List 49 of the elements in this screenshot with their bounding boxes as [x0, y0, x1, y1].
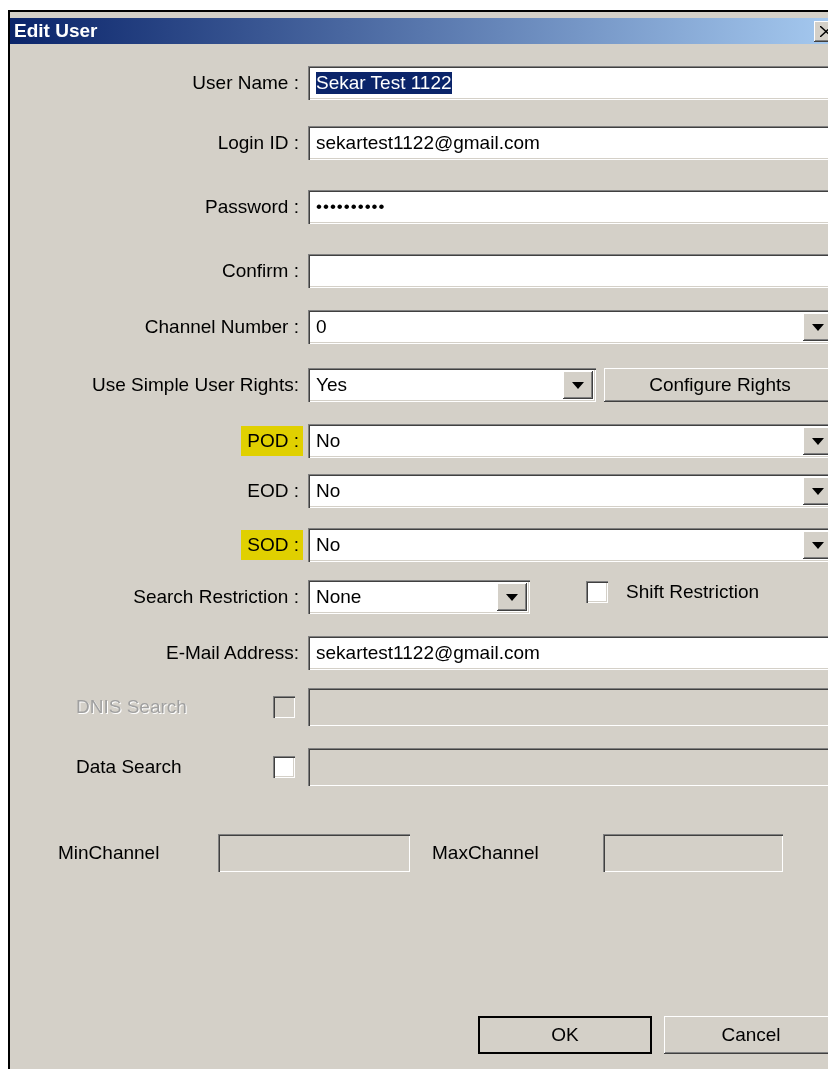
down-arrow-icon [812, 437, 824, 445]
down-arrow-icon [572, 381, 584, 389]
down-arrow-icon [812, 487, 824, 495]
dropdown-arrow-button[interactable] [497, 583, 527, 611]
field-label: Password : [204, 195, 300, 219]
field-label: Search Restriction : [132, 585, 300, 609]
checkbox[interactable] [586, 581, 608, 603]
checkbox-label: Shift Restriction [626, 581, 760, 603]
text-field[interactable] [308, 748, 828, 786]
password-field[interactable]: •••••••••• [308, 190, 828, 224]
field-label: E-Mail Address: [164, 641, 300, 665]
field-label: Data Search [76, 756, 182, 778]
checkbox[interactable] [273, 756, 295, 778]
dropdown-arrow-button[interactable] [803, 531, 828, 559]
text-field[interactable] [308, 688, 828, 726]
dropdown-arrow-button[interactable] [803, 313, 828, 341]
text-field[interactable]: Sekar Test 1122 [308, 66, 828, 100]
field-label: Use Simple User Rights: [91, 373, 300, 397]
field-label: User Name : [191, 71, 300, 95]
close-icon [820, 25, 828, 37]
field-label: SOD : [241, 530, 303, 560]
field-label: Channel Number : [143, 315, 300, 339]
dropdown[interactable]: No [308, 528, 828, 562]
text-field[interactable] [218, 834, 410, 872]
field-label: Confirm : [220, 259, 300, 283]
configure-rights-button[interactable]: Configure Rights [604, 368, 828, 402]
down-arrow-icon [812, 323, 824, 331]
down-arrow-icon [812, 541, 824, 549]
field-label: Login ID : [216, 131, 300, 155]
field-label: MaxChannel [432, 842, 540, 864]
field-label: POD : [241, 426, 303, 456]
dropdown-arrow-button[interactable] [563, 371, 593, 399]
dropdown[interactable]: Yes [308, 368, 596, 402]
dropdown[interactable]: No [308, 474, 828, 508]
cancel-button[interactable]: Cancel [664, 1016, 828, 1054]
window-title: Edit User [14, 20, 98, 42]
text-field[interactable] [603, 834, 783, 872]
field-label: EOD : [246, 479, 300, 503]
field-label: MinChannel [58, 842, 161, 864]
ok-button[interactable]: OK [478, 1016, 652, 1054]
dropdown[interactable]: No [308, 424, 828, 458]
text-field[interactable]: sekartest1122@gmail.com [308, 636, 828, 670]
text-field[interactable] [308, 254, 828, 288]
dropdown-arrow-button[interactable] [803, 477, 828, 505]
text-field[interactable]: sekartest1122@gmail.com [308, 126, 828, 160]
dropdown[interactable]: 0 [308, 310, 828, 344]
dropdown-arrow-button[interactable] [803, 427, 828, 455]
dropdown[interactable]: None [308, 580, 530, 614]
down-arrow-icon [506, 593, 518, 601]
